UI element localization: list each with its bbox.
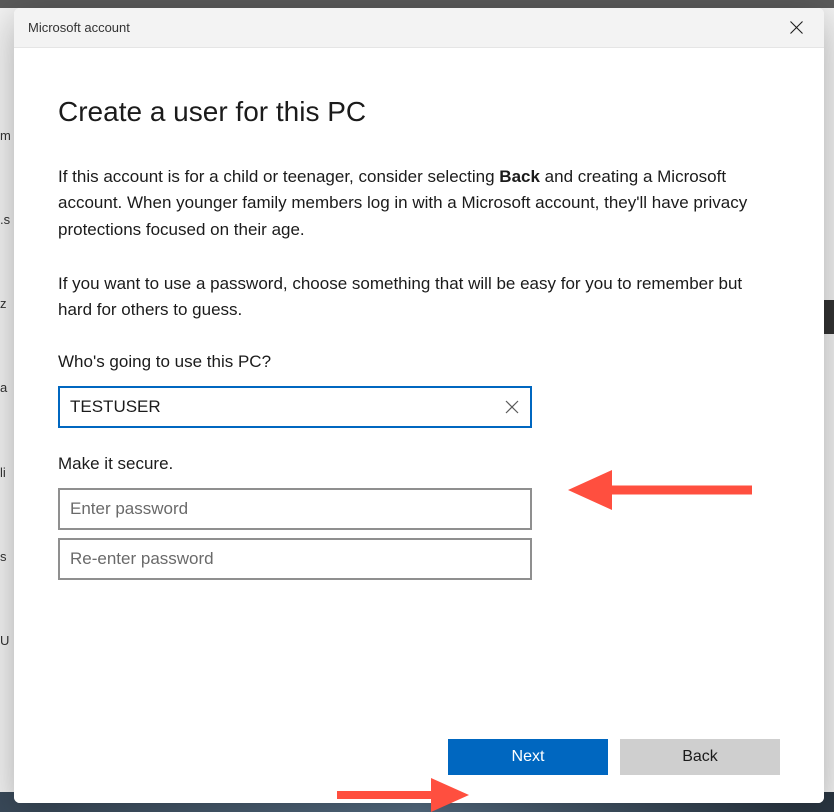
username-input[interactable]	[58, 386, 532, 428]
intro-paragraph-1: If this account is for a child or teenag…	[58, 164, 780, 243]
page-heading: Create a user for this PC	[58, 96, 780, 128]
password-input[interactable]	[58, 488, 532, 530]
bg-text: s	[0, 549, 14, 564]
bg-text: .s	[0, 212, 14, 227]
clear-icon	[505, 400, 519, 414]
dialog-content: Create a user for this PC If this accoun…	[14, 48, 824, 803]
password-confirm-input[interactable]	[58, 538, 532, 580]
bg-left-fragments: m .s z a li s U	[0, 88, 14, 688]
next-button[interactable]: Next	[448, 739, 608, 775]
bg-text: m	[0, 128, 14, 143]
password-input-wrap	[58, 488, 532, 530]
username-input-wrap	[58, 386, 532, 428]
secure-label: Make it secure.	[58, 454, 780, 474]
dialog-titlebar: Microsoft account	[14, 8, 824, 48]
dialog-window: Microsoft account Create a user for this…	[14, 8, 824, 803]
intro-paragraph-2: If you want to use a password, choose so…	[58, 271, 780, 324]
bg-window-titlebar	[0, 0, 834, 8]
bg-text: li	[0, 465, 14, 480]
button-row: Next Back	[448, 739, 780, 775]
dialog-title: Microsoft account	[28, 20, 130, 35]
close-icon	[790, 21, 803, 34]
close-button[interactable]	[780, 12, 812, 44]
bg-text: a	[0, 380, 14, 395]
password-confirm-input-wrap	[58, 538, 532, 580]
bg-text: z	[0, 296, 14, 311]
clear-input-button[interactable]	[498, 393, 526, 421]
intro-p1-text-before: If this account is for a child or teenag…	[58, 167, 499, 186]
intro-p1-bold: Back	[499, 167, 540, 186]
username-label: Who's going to use this PC?	[58, 352, 780, 372]
bg-text: U	[0, 633, 14, 648]
back-button[interactable]: Back	[620, 739, 780, 775]
